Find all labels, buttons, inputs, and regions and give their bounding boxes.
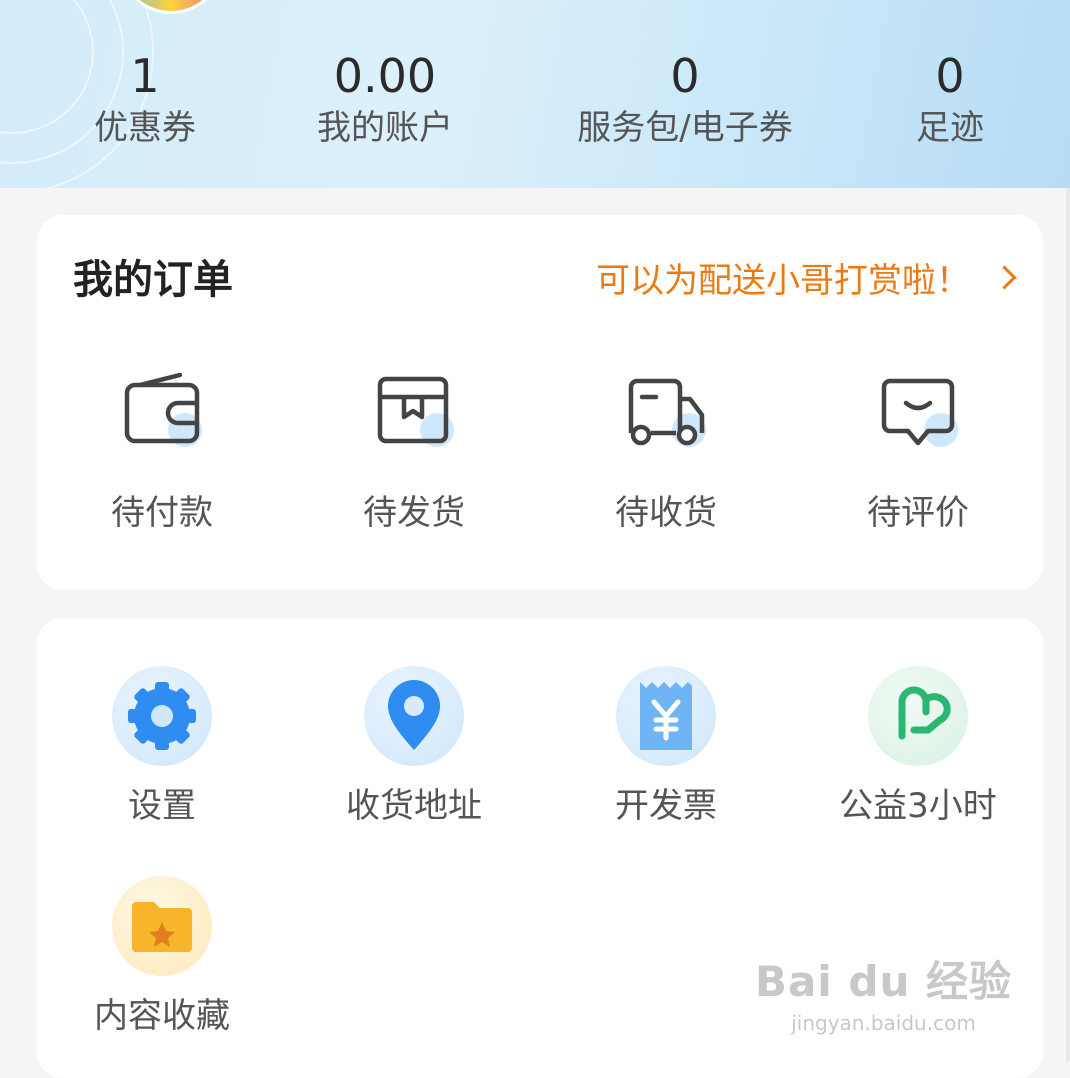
order-item-label: 待发货	[363, 493, 465, 533]
tool-charity-3-hours[interactable]: 公益3小时	[793, 666, 1043, 827]
watermark-url: jingyan.baidu.com	[791, 1011, 976, 1035]
baidu-jingyan-watermark: Bai du 经验 jingyan.baidu.com	[755, 948, 1012, 1035]
orders-title: 我的订单	[73, 257, 233, 303]
tip-courier-text: 可以为配送小哥打赏啦！	[596, 261, 970, 301]
stat-value: 0	[935, 49, 965, 103]
location-pin-icon	[364, 666, 464, 766]
tool-content-favorites[interactable]: 内容收藏	[37, 876, 287, 1037]
package-icon	[364, 373, 464, 473]
order-item-label: 待付款	[111, 493, 213, 533]
invoice-icon	[616, 666, 716, 766]
tool-item-label: 开发票	[615, 786, 717, 826]
tool-item-label: 公益3小时	[839, 786, 997, 826]
stat-label: 优惠券	[94, 108, 196, 148]
stat-service-package[interactable]: 0 服务包/电子券	[540, 48, 830, 152]
order-pending-receipt[interactable]: 待收货	[541, 373, 791, 534]
stat-label: 足迹	[916, 108, 984, 148]
scrollbar[interactable]	[1066, 188, 1070, 1062]
stat-value: 0	[670, 49, 700, 103]
stat-coupons[interactable]: 1 优惠券	[45, 48, 245, 152]
order-pending-payment[interactable]: 待付款	[37, 373, 287, 534]
stat-label: 服务包/电子券	[577, 108, 793, 148]
order-item-label: 待评价	[867, 493, 969, 533]
folder-star-icon	[112, 876, 212, 976]
tool-invoice[interactable]: 开发票	[541, 666, 791, 827]
watermark-brand: Bai du 经验	[755, 957, 1012, 1006]
profile-header: 1 优惠券 0.00 我的账户 0 服务包/电子券 0 足迹	[0, 0, 1070, 188]
tool-shipping-address[interactable]: 收货地址	[289, 666, 539, 827]
order-item-label: 待收货	[615, 493, 717, 533]
tool-settings[interactable]: 设置	[37, 666, 287, 827]
stat-footprint[interactable]: 0 足迹	[860, 48, 1040, 152]
comment-icon	[868, 373, 968, 473]
stat-label: 我的账户	[317, 108, 453, 148]
tip-courier-link[interactable]: 可以为配送小哥打赏啦！	[596, 253, 1017, 302]
tool-item-label: 内容收藏	[94, 996, 230, 1036]
gear-icon	[112, 666, 212, 766]
truck-icon	[616, 373, 716, 473]
tool-item-label: 收货地址	[346, 786, 482, 826]
stat-value: 1	[130, 49, 160, 103]
stat-value: 0.00	[333, 49, 437, 103]
heart-icon	[868, 666, 968, 766]
tool-item-label: 设置	[128, 786, 196, 826]
stat-account[interactable]: 0.00 我的账户	[285, 48, 485, 152]
orders-card: 我的订单 可以为配送小哥打赏啦！ 待付款 待发货 待收货 待评价	[37, 215, 1043, 590]
order-pending-review[interactable]: 待评价	[793, 373, 1043, 534]
wallet-icon	[112, 373, 212, 473]
order-pending-shipment[interactable]: 待发货	[289, 373, 539, 534]
chevron-right-icon	[992, 265, 1017, 290]
